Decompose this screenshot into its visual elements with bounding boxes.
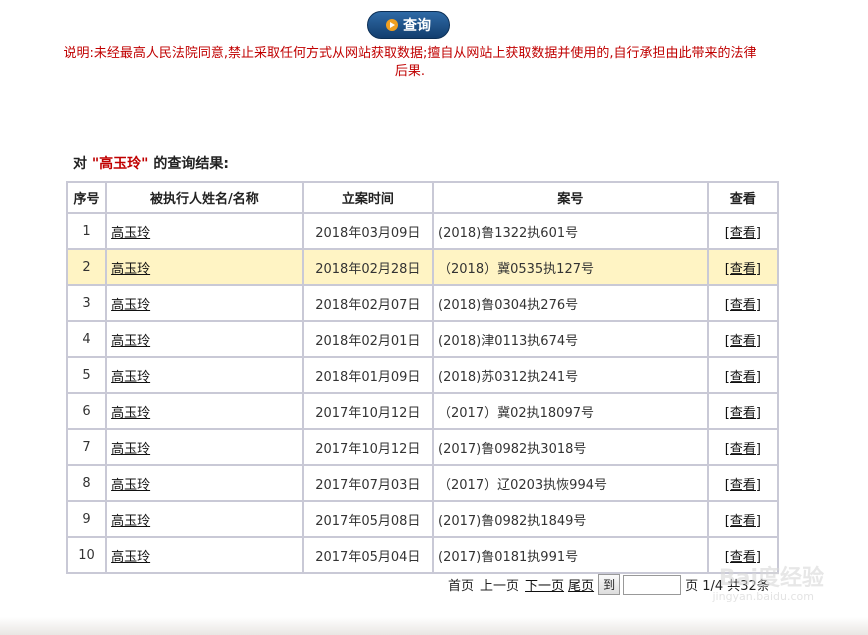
table-row: 7 高玉玲 2017年10月12日 (2017)鲁0982执3018号 [查看] <box>68 430 777 464</box>
row-name-link[interactable]: 高玉玲 <box>111 298 150 313</box>
row-case: (2018)鲁1322执601号 <box>434 214 707 248</box>
table-row: 10 高玉玲 2017年05月04日 (2017)鲁0181执991号 [查看] <box>68 538 777 572</box>
bottom-background-strip <box>0 617 868 635</box>
table-row: 6 高玉玲 2017年10月12日 （2017）冀02执18097号 [查看] <box>68 394 777 428</box>
watermark-logo: Bai度经验 <box>718 566 824 591</box>
result-title: 对 "高玉玲" 的查询结果: <box>73 153 229 173</box>
row-view-link[interactable]: [查看] <box>725 262 761 277</box>
query-button-label: 查询 <box>403 18 431 34</box>
row-name-link[interactable]: 高玉玲 <box>111 262 150 277</box>
header-case: 案号 <box>434 183 707 212</box>
row-date: 2018年02月07日 <box>303 286 432 320</box>
page-number-input[interactable] <box>623 574 682 595</box>
row-name-link[interactable]: 高玉玲 <box>111 514 150 529</box>
pager-last-link[interactable]: 尾页 <box>568 575 594 594</box>
header-index: 序号 <box>68 183 106 212</box>
table-row: 1 高玉玲 2018年03月09日 (2018)鲁1322执601号 [查看] <box>68 214 777 248</box>
row-date: 2017年05月08日 <box>303 502 432 536</box>
row-case: (2017)鲁0181执991号 <box>434 538 707 572</box>
legal-notice: 说明:未经最高人民法院同意,禁止采取任何方式从网站获取数据;擅自从网站上获取数据… <box>63 46 757 79</box>
row-name-link[interactable]: 高玉玲 <box>111 442 150 457</box>
results-table: 序号 被执行人姓名/名称 立案时间 案号 查看 1 高玉玲 2018年03月09… <box>66 181 779 574</box>
table-row: 3 高玉玲 2018年02月07日 (2018)鲁0304执276号 [查看] <box>68 286 777 320</box>
goto-button[interactable]: 到 <box>598 574 621 595</box>
row-index: 1 <box>68 214 106 248</box>
row-case: (2017)鲁0982执3018号 <box>434 430 707 464</box>
row-date: 2017年10月12日 <box>303 394 432 428</box>
row-case: （2017）辽0203执恢994号 <box>434 466 707 500</box>
row-name-link[interactable]: 高玉玲 <box>111 478 150 493</box>
row-index: 9 <box>68 502 106 536</box>
table-row: 8 高玉玲 2017年07月03日 （2017）辽0203执恢994号 [查看] <box>68 466 777 500</box>
row-date: 2018年01月09日 <box>303 358 432 392</box>
row-case: (2018)津0113执674号 <box>434 322 707 356</box>
row-view-link[interactable]: [查看] <box>725 370 761 385</box>
row-date: 2018年03月09日 <box>303 214 432 248</box>
row-index: 6 <box>68 394 106 428</box>
row-view-link[interactable]: [查看] <box>725 442 761 457</box>
result-title-keyword: "高玉玲" <box>91 156 149 172</box>
row-case: (2017)鲁0982执1849号 <box>434 502 707 536</box>
row-index: 2 <box>68 250 106 284</box>
table-row-highlighted: 2 高玉玲 2018年02月28日 （2018）冀0535执127号 [查看] <box>68 250 777 284</box>
table-row: 5 高玉玲 2018年01月09日 (2018)苏0312执241号 [查看] <box>68 358 777 392</box>
row-view-link[interactable]: [查看] <box>725 298 761 313</box>
table-row: 9 高玉玲 2017年05月08日 (2017)鲁0982执1849号 [查看] <box>68 502 777 536</box>
header-date: 立案时间 <box>303 183 432 212</box>
row-case: (2018)鲁0304执276号 <box>434 286 707 320</box>
pager-first[interactable]: 首页 <box>448 575 474 594</box>
pager-next-link[interactable]: 下一页 <box>525 575 564 594</box>
pager-prev[interactable]: 上一页 <box>480 575 519 594</box>
query-button[interactable]: 查询 <box>367 11 450 39</box>
row-index: 8 <box>68 466 106 500</box>
row-name-link[interactable]: 高玉玲 <box>111 226 150 241</box>
row-index: 5 <box>68 358 106 392</box>
row-name-link[interactable]: 高玉玲 <box>111 334 150 349</box>
row-date: 2018年02月28日 <box>303 250 432 284</box>
row-name-link[interactable]: 高玉玲 <box>111 550 150 565</box>
result-title-prefix: 对 <box>73 156 87 172</box>
watermark-url: jingyan.baidu.com <box>712 590 814 603</box>
row-view-link[interactable]: [查看] <box>725 478 761 493</box>
row-date: 2017年10月12日 <box>303 430 432 464</box>
row-index: 10 <box>68 538 106 572</box>
row-index: 3 <box>68 286 106 320</box>
row-case: （2018）冀0535执127号 <box>434 250 707 284</box>
row-date: 2018年02月01日 <box>303 322 432 356</box>
play-arrow-icon <box>386 19 398 31</box>
row-date: 2017年07月03日 <box>303 466 432 500</box>
row-name-link[interactable]: 高玉玲 <box>111 370 150 385</box>
table-row: 4 高玉玲 2018年02月01日 (2018)津0113执674号 [查看] <box>68 322 777 356</box>
row-view-link[interactable]: [查看] <box>725 406 761 421</box>
row-view-link[interactable]: [查看] <box>725 226 761 241</box>
row-case: （2017）冀02执18097号 <box>434 394 707 428</box>
row-view-link[interactable]: [查看] <box>725 514 761 529</box>
row-case: (2018)苏0312执241号 <box>434 358 707 392</box>
row-view-link[interactable]: [查看] <box>725 334 761 349</box>
row-index: 7 <box>68 430 106 464</box>
row-date: 2017年05月04日 <box>303 538 432 572</box>
header-name: 被执行人姓名/名称 <box>107 183 302 212</box>
table-header-row: 序号 被执行人姓名/名称 立案时间 案号 查看 <box>68 183 777 212</box>
row-index: 4 <box>68 322 106 356</box>
row-name-link[interactable]: 高玉玲 <box>111 406 150 421</box>
result-title-suffix: 的查询结果: <box>153 156 229 172</box>
header-view: 查看 <box>708 183 777 212</box>
